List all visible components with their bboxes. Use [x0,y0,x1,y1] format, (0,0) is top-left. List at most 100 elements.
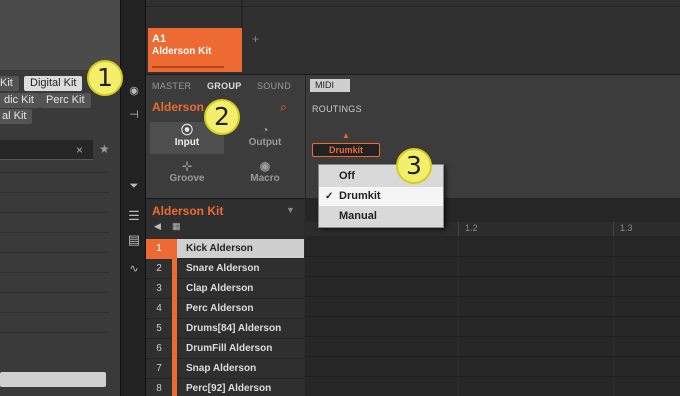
kit-title[interactable]: Alderson Kit [152,204,223,218]
sound-number: 1 [146,239,172,259]
sound-row[interactable]: 1 Kick Alderson [146,239,304,259]
clear-icon[interactable]: × [76,143,83,157]
sound-row[interactable]: 2 Snare Alderson [146,259,304,279]
input-label: Input [174,137,200,148]
ruler-label: 1.2 [465,223,478,233]
browser-scrollbar[interactable] [0,372,106,387]
sound-row[interactable]: 4 Perc Alderson [146,299,304,319]
output-icon: ◔ [261,123,269,137]
dropdown-item-label: Off [339,170,355,182]
group-name[interactable]: Alderson [152,100,204,114]
kit-filter-al-kit[interactable]: al Kit [0,109,33,124]
groove-button[interactable]: ⊹ Groove [150,158,224,190]
callout-3: 3 [396,148,432,184]
speaker-icon[interactable]: ◀ [154,221,161,232]
browser-row-divider [0,312,109,313]
ruler-label: 1.3 [620,223,633,233]
search-icon[interactable]: ⌕ [280,100,287,115]
control-divider [305,75,306,199]
routings-label: ROUTINGS [312,104,362,114]
sound-number: 7 [156,363,162,374]
sound-number: 5 [156,323,162,334]
sound-number: 6 [156,343,162,354]
dropdown-item-drumkit[interactable]: ✓ Drumkit [319,187,443,206]
tab-sound[interactable]: SOUND [257,81,291,91]
browser-row-divider [0,192,109,193]
browser-row-divider [0,212,109,213]
keyboard-view-icon[interactable]: ▤ [121,232,147,248]
kit-filter-perc-kit[interactable]: Perc Kit [40,93,91,108]
sound-row[interactable]: 7 Snap Alderson [146,359,304,379]
pattern-name: Alderson Kit [152,46,212,57]
macro-button[interactable]: ◉ Macro [228,158,302,190]
browser-row-divider [0,332,109,333]
sound-color-strip [172,359,177,379]
tab-midi[interactable]: MIDI [310,79,350,92]
arranger: A1 Alderson Kit + [146,0,680,74]
sound-row[interactable]: 5 Drums[84] Alderson [146,319,304,339]
sound-color-strip [172,239,177,259]
kit-filter-kit[interactable]: Kit [0,76,19,91]
routings-arrow-icon[interactable]: ▲ [342,131,350,140]
arranger-grid [146,0,242,28]
arranger-gridline [146,6,680,7]
sound-row[interactable]: 8 Perc[92] Alderson [146,379,304,396]
grid-row [305,336,680,337]
sound-number: 3 [156,283,162,294]
browser-row-divider [0,252,109,253]
kit-filter-digital-kit[interactable]: Digital Kit [24,76,83,91]
kit-menu-arrow-icon[interactable]: ▼ [286,205,295,215]
sound-name: DrumFill Alderson [186,343,273,354]
grid-row [305,316,680,317]
browser-row-divider [0,292,109,293]
callout-1: 1 [87,60,123,96]
sound-name: Clap Alderson [186,283,254,294]
arranger-gridline [242,0,243,28]
sound-color-strip [172,259,177,279]
pattern-length-bar [152,66,224,68]
browser-row-divider [0,172,109,173]
sound-row[interactable]: 3 Clap Alderson [146,279,304,299]
sound-color-strip [172,339,177,359]
dropdown-item-label: Manual [339,210,377,222]
output-button[interactable]: ◔ Output [228,122,302,154]
output-label: Output [248,137,282,148]
plug-icon[interactable]: ⊣ [121,108,147,121]
sound-number: 2 [156,263,162,274]
collapse-icon[interactable]: ⏷ [121,180,147,193]
checkmark-icon: ✓ [325,191,334,202]
waveform-icon[interactable]: ∿ [121,262,147,275]
sound-row[interactable]: 6 DrumFill Alderson [146,339,304,359]
sound-color-strip [172,379,177,396]
tab-group[interactable]: GROUP [207,81,242,91]
macro-icon: ◉ [259,159,271,173]
kit-filter-nordic-kit[interactable]: dic Kit [0,93,40,108]
sound-name: Snap Alderson [186,363,257,374]
routings-select[interactable]: Drumkit [312,143,380,157]
sound-number: 4 [156,303,162,314]
side-strip: ◉ ⊣ ⏷ ☰ ▤ ∿ [120,0,146,396]
ruler-tick [613,222,614,236]
grid-row [305,276,680,277]
pattern-id: A1 [152,33,167,45]
pattern-slot-a1[interactable]: A1 Alderson Kit [148,28,242,72]
tab-master[interactable]: MASTER [152,81,191,91]
callout-2: 2 [204,99,240,135]
macro-label: Macro [250,173,280,184]
dropdown-item-label: Drumkit [339,190,381,202]
sound-name: Drums[84] Alderson [186,323,282,334]
grid-row [305,296,680,297]
sound-color-strip [172,299,177,319]
sound-list-panel: Alderson Kit ▼ ◀ ▦ 1 Kick Alderson 2 Sna… [146,198,304,396]
sound-number: 8 [156,383,162,394]
add-pattern-button[interactable]: + [252,32,259,46]
routing-toggle-icon[interactable]: ◉ [121,84,147,97]
favorite-star-icon[interactable]: ★ [99,142,110,156]
sound-name: Perc[92] Alderson [186,383,272,394]
dropdown-item-manual[interactable]: Manual [319,207,443,226]
sound-color-strip [172,279,177,299]
pad-grid-icon[interactable]: ▦ [172,221,181,232]
sound-name: Perc Alderson [186,303,254,314]
list-view-icon[interactable]: ☰ [121,208,147,224]
ruler-tick [458,222,459,236]
